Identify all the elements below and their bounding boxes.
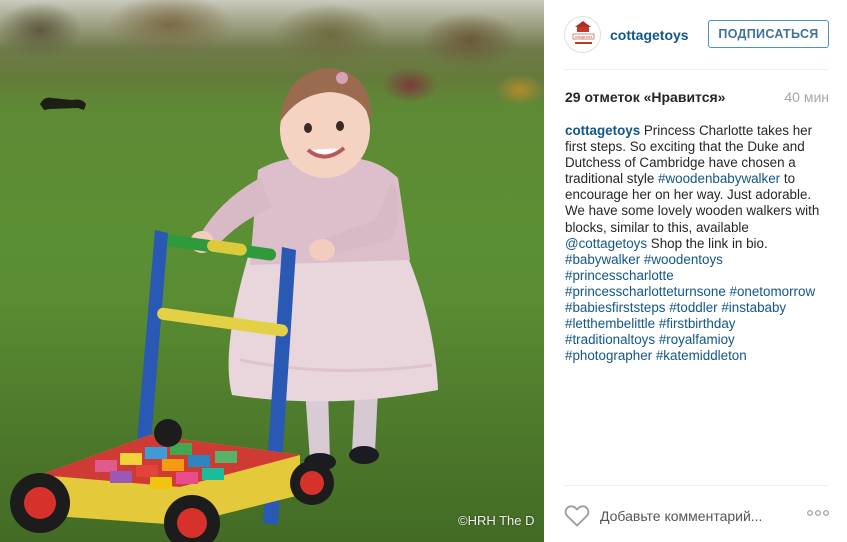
three-dots-icon[interactable] <box>806 507 830 519</box>
post-caption: cottagetoys Princess Charlotte takes her… <box>565 123 831 364</box>
likes-count[interactable]: 29 отметок «Нравится» <box>565 89 725 105</box>
caption-line: cottagetoys Princess Charlotte takes her <box>565 123 813 138</box>
hashtag-link[interactable]: #toddler <box>669 300 717 315</box>
hashtag-link[interactable]: #instababy <box>721 300 786 315</box>
caption-line: #princesscharlotte <box>565 268 831 284</box>
hashtag-link[interactable]: #princesscharlotteturnsone <box>565 284 726 299</box>
hashtag-link[interactable]: #katemiddleton <box>656 348 747 363</box>
wooden-baby-walker <box>10 230 334 542</box>
caption-line: traditional style #woodenbabywalker to <box>565 171 796 187</box>
comment-input[interactable] <box>600 505 800 527</box>
hashtag-link[interactable]: #woodenbabywalker <box>658 171 780 186</box>
header-divider <box>564 69 828 70</box>
post-time[interactable]: 40 мин <box>784 89 829 105</box>
post-header: cottage toys cottagetoys ПОДПИСАТЬСЯ <box>544 0 847 70</box>
caption-line: #photographer #katemiddleton <box>565 348 831 364</box>
hashtag-link[interactable]: #traditionaltoys <box>565 332 655 347</box>
hashtag-link[interactable]: #babywalker <box>565 252 640 267</box>
hashtag-link[interactable]: #onetomorrow <box>730 284 816 299</box>
caption-line: #princesscharlotteturnsone #onetomorrow <box>565 284 831 300</box>
hashtag-link[interactable]: #woodentoys <box>644 252 723 267</box>
hashtag-link[interactable]: #princesscharlotte <box>565 268 674 283</box>
comment-bar <box>544 485 847 542</box>
caption-line: Dutchess of Cambridge have chosen a <box>565 155 796 171</box>
caption-line: #babiesfirststeps #toddler #instababy <box>565 300 831 316</box>
dog-silhouette <box>40 97 86 110</box>
caption-line: We have some lovely wooden walkers with <box>565 203 820 219</box>
account-username[interactable]: cottagetoys <box>610 27 689 43</box>
cottage-logo-icon: cottage toys <box>572 21 595 44</box>
hashtag-link[interactable]: #photographer <box>565 348 652 363</box>
photo-copyright: ©HRH The D <box>458 513 535 528</box>
post-details-panel: cottage toys cottagetoys ПОДПИСАТЬСЯ 29 … <box>544 0 847 542</box>
hashtag-link[interactable]: #royalfamioy <box>659 332 735 347</box>
caption-line: encourage her on her way. Just adorable. <box>565 187 812 203</box>
caption-line: @cottagetoys Shop the link in bio. <box>565 235 768 251</box>
caption-line: first steps. So exciting that the Duke a… <box>565 139 805 155</box>
hashtag-link[interactable]: #babiesfirststeps <box>565 300 665 315</box>
caption-line: #babywalker #woodentoys <box>565 252 831 268</box>
account-avatar[interactable]: cottage toys <box>564 16 601 53</box>
follow-button[interactable]: ПОДПИСАТЬСЯ <box>708 20 829 48</box>
caption-line: #traditionaltoys #royalfamioy <box>565 332 831 348</box>
post-photo[interactable]: ©HRH The D <box>0 0 544 542</box>
svg-text:cottage toys: cottage toys <box>575 35 593 39</box>
hashtag-link[interactable]: #letthembelittle <box>565 316 655 331</box>
caption-author-link[interactable]: cottagetoys <box>565 123 640 138</box>
hashtag-link[interactable]: #firstbirthday <box>659 316 736 331</box>
caption-line: blocks, similar to this, available <box>565 219 749 235</box>
caption-line: #letthembelittle #firstbirthday <box>565 316 831 332</box>
heart-outline-icon[interactable] <box>564 504 590 528</box>
mention-link[interactable]: @cottagetoys <box>565 236 647 251</box>
